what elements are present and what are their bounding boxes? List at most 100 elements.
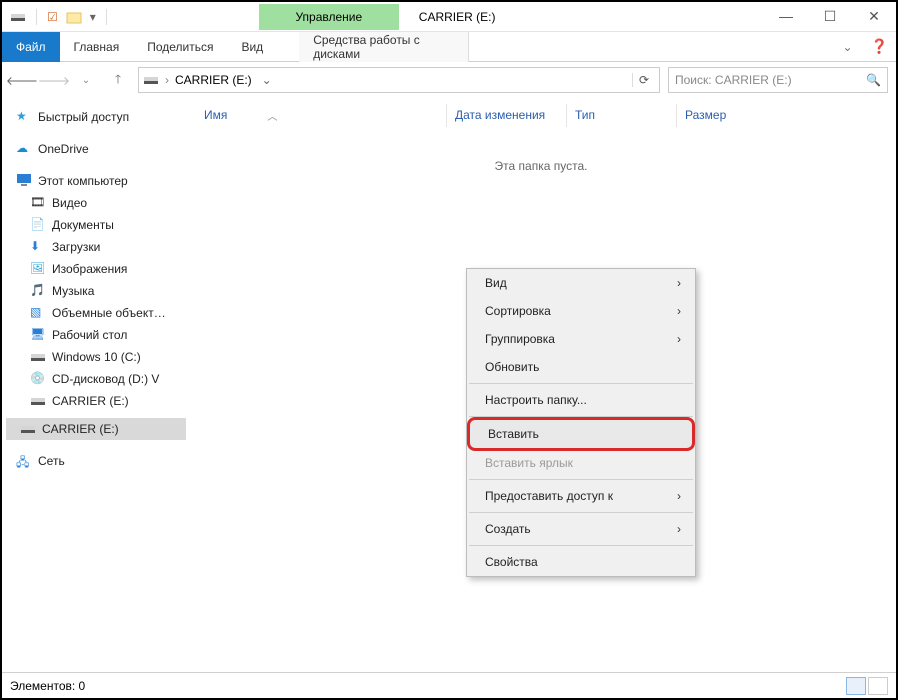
column-type[interactable]: Тип (566, 104, 676, 127)
nav-3d[interactable]: ▧ Объемные объект… (6, 302, 186, 324)
minimize-button[interactable]: — (770, 8, 802, 25)
download-icon: ⬇ (30, 239, 46, 255)
nav-label: Сеть (38, 454, 65, 468)
menu-separator (469, 479, 693, 480)
ribbon-context-tab[interactable]: Управление (259, 4, 399, 30)
nav-music[interactable]: 🎵 Музыка (6, 280, 186, 302)
address-dropdown-icon[interactable]: ⌄ (258, 73, 276, 87)
menu-separator (469, 512, 693, 513)
tab-view[interactable]: Вид (227, 32, 277, 62)
explorer-body: ★ Быстрый доступ ☁ OneDrive Этот компьют… (2, 98, 896, 658)
column-name[interactable]: Имя︿ (196, 104, 446, 127)
drive-icon (10, 9, 26, 25)
chevron-right-icon: › (677, 276, 681, 290)
nav-label: CARRIER (E:) (42, 422, 119, 436)
search-input[interactable]: Поиск: CARRIER (E:) 🔍 (668, 67, 888, 93)
ribbon-tabs: Файл Главная Поделиться Вид Средства раб… (2, 32, 896, 62)
nav-label: OneDrive (38, 142, 89, 156)
qat-dropdown-icon[interactable]: ▾ (90, 10, 96, 24)
nav-label: Документы (52, 218, 114, 232)
tab-share[interactable]: Поделиться (133, 32, 227, 62)
video-icon: 🎞 (30, 195, 46, 211)
chevron-right-icon: › (677, 332, 681, 346)
icons-view-button[interactable] (868, 677, 888, 695)
menu-refresh[interactable]: Обновить (467, 353, 695, 381)
column-headers: Имя︿ Дата изменения Тип Размер (186, 98, 896, 133)
column-size[interactable]: Размер (676, 104, 786, 127)
nav-current-drive[interactable]: CARRIER (E:) (6, 418, 186, 440)
navigation-pane: ★ Быстрый доступ ☁ OneDrive Этот компьют… (2, 98, 186, 658)
music-icon: 🎵 (30, 283, 46, 299)
picture-icon: 🖼 (30, 261, 46, 277)
forward-button[interactable]: 🡒 (42, 68, 66, 92)
nav-documents[interactable]: 📄Документы (6, 214, 186, 236)
file-tab[interactable]: Файл (2, 32, 60, 62)
nav-label: Изображения (52, 262, 127, 276)
desktop-icon: 🖥 (30, 327, 46, 343)
help-icon[interactable]: ❓ (863, 38, 896, 55)
status-bar: Элементов: 0 (2, 672, 896, 698)
folder-icon[interactable] (66, 9, 82, 25)
nav-downloads[interactable]: ⬇ Загрузки (6, 236, 186, 258)
drive-icon (143, 72, 159, 88)
nav-label: Загрузки (52, 240, 100, 254)
details-view-button[interactable] (846, 677, 866, 695)
nav-label: CARRIER (E:) (52, 394, 129, 408)
status-items-count: 0 (79, 679, 86, 693)
drive-icon (30, 393, 46, 409)
nav-label: Объемные объект… (52, 306, 166, 320)
window-controls: — ☐ ✕ (770, 8, 890, 25)
nav-label: Рабочий стол (52, 328, 127, 342)
nav-e-drive[interactable]: CARRIER (E:) (6, 390, 186, 412)
back-button[interactable]: 🡐 (10, 68, 34, 92)
chevron-right-icon: › (677, 522, 681, 536)
search-icon[interactable]: 🔍 (866, 73, 881, 87)
search-placeholder: Поиск: CARRIER (E:) (675, 73, 792, 87)
close-button[interactable]: ✕ (858, 8, 890, 25)
nav-c-drive[interactable]: Windows 10 (C:) (6, 346, 186, 368)
network-icon: 🖧 (16, 453, 32, 469)
maximize-button[interactable]: ☐ (814, 8, 846, 25)
nav-desktop[interactable]: 🖥 Рабочий стол (6, 324, 186, 346)
sort-indicator-icon: ︿ (267, 108, 277, 123)
nav-pictures[interactable]: 🖼 Изображения (6, 258, 186, 280)
refresh-button[interactable]: ⟳ (632, 73, 655, 87)
column-date[interactable]: Дата изменения (446, 104, 566, 127)
up-button[interactable]: 🡑 (106, 68, 130, 92)
menu-give-access[interactable]: Предоставить доступ к› (467, 482, 695, 510)
checkbox-icon[interactable]: ☑ (47, 10, 58, 24)
star-icon: ★ (16, 109, 32, 125)
menu-separator (469, 383, 693, 384)
nav-label: Windows 10 (C:) (52, 350, 141, 364)
quick-access-toolbar: ☑ ▾ (8, 9, 109, 25)
address-bar[interactable]: › CARRIER (E:) ⌄ ⟳ (138, 67, 660, 93)
chevron-right-icon: › (677, 304, 681, 318)
nav-videos[interactable]: 🎞 Видео (6, 192, 186, 214)
menu-new[interactable]: Создать› (467, 515, 695, 543)
menu-customize[interactable]: Настроить папку... (467, 386, 695, 414)
cube-icon: ▧ (30, 305, 46, 321)
nav-d-drive[interactable]: 💿CD-дисковод (D:) V (6, 368, 186, 390)
empty-folder-text: Эта папка пуста. (186, 159, 896, 173)
ribbon-expand-icon[interactable]: ⌄ (833, 40, 863, 54)
view-mode-buttons (846, 677, 888, 695)
menu-sort[interactable]: Сортировка› (467, 297, 695, 325)
menu-paste[interactable]: Вставить (467, 417, 695, 451)
nav-onedrive[interactable]: ☁ OneDrive (6, 138, 186, 160)
recent-dropdown-icon[interactable]: ⌄ (74, 68, 98, 92)
tab-home[interactable]: Главная (60, 32, 134, 62)
tab-disk-tools[interactable]: Средства работы с дисками (299, 32, 469, 62)
menu-group[interactable]: Группировка› (467, 325, 695, 353)
nav-quick-access[interactable]: ★ Быстрый доступ (6, 106, 186, 128)
drive-icon (30, 349, 46, 365)
nav-this-pc[interactable]: Этот компьютер (6, 170, 186, 192)
breadcrumb-path[interactable]: CARRIER (E:) (175, 73, 252, 87)
breadcrumb-chevron[interactable]: › (165, 73, 169, 87)
nav-label: Видео (52, 196, 87, 210)
address-bar-row: 🡐 🡒 ⌄ 🡑 › CARRIER (E:) ⌄ ⟳ Поиск: CARRIE… (2, 62, 896, 98)
nav-network[interactable]: 🖧 Сеть (6, 450, 186, 472)
menu-properties[interactable]: Свойства (467, 548, 695, 576)
nav-label: Музыка (52, 284, 94, 298)
content-area[interactable]: Имя︿ Дата изменения Тип Размер Эта папка… (186, 98, 896, 658)
menu-view[interactable]: Вид› (467, 269, 695, 297)
